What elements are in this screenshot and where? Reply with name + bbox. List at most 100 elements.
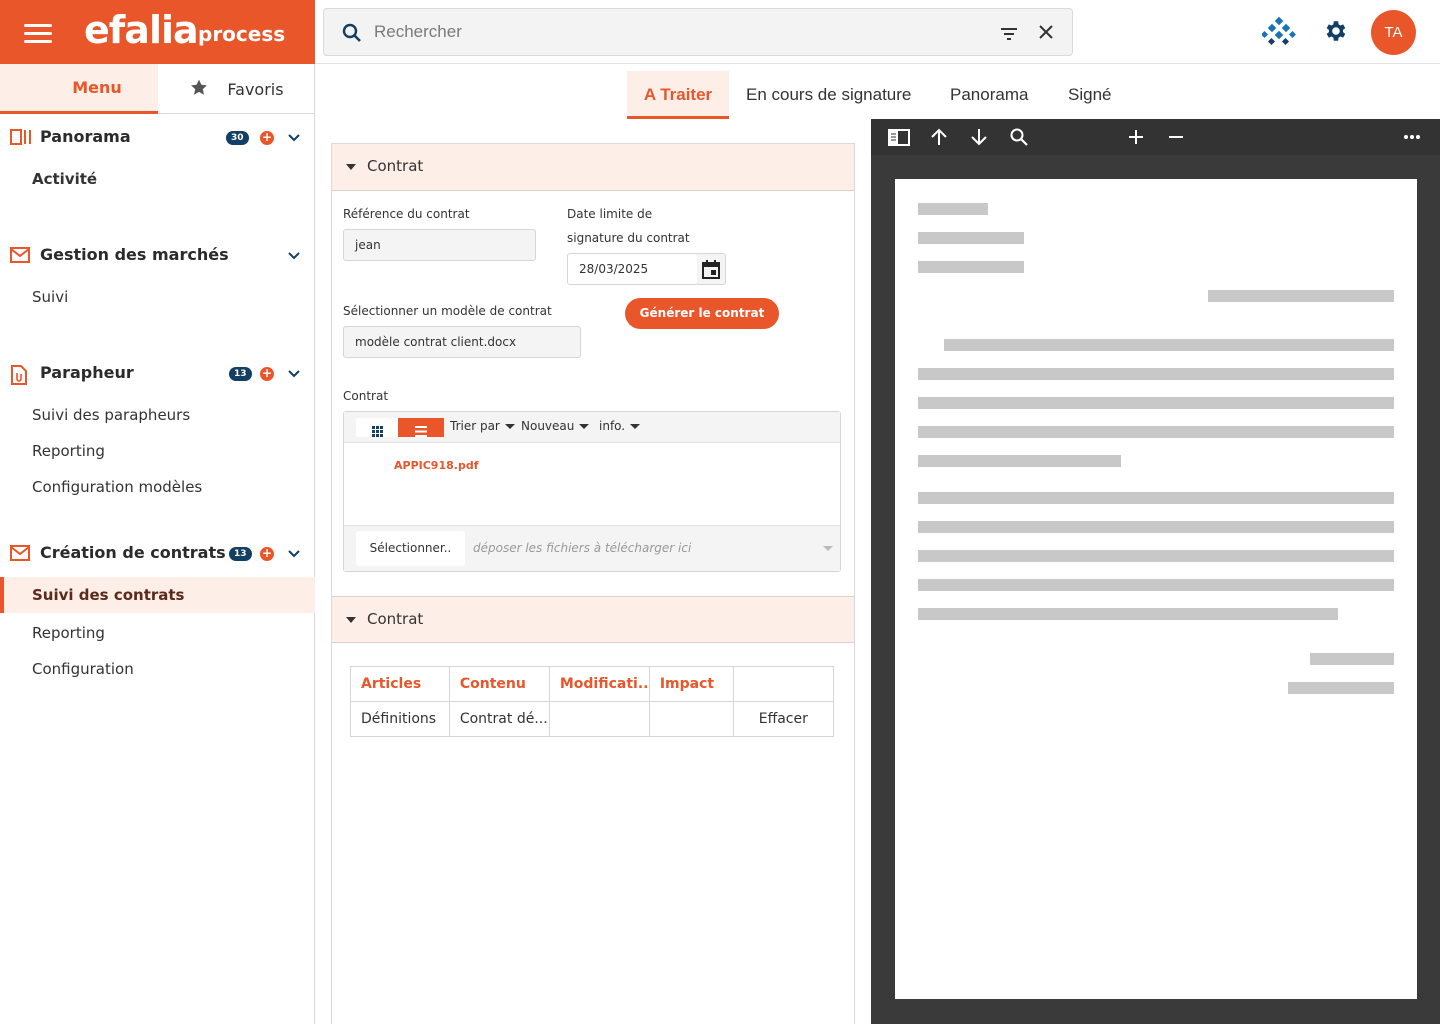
accordion-contrat-articles[interactable]: Contrat xyxy=(332,596,854,643)
caret-down-icon xyxy=(504,424,515,429)
accordion-title: Contrat xyxy=(367,610,424,628)
column-header-contenu[interactable]: Contenu xyxy=(448,666,550,702)
brand-subtitle: process xyxy=(198,22,286,46)
new-label: Nouveau xyxy=(521,419,575,433)
user-avatar[interactable]: TA xyxy=(1371,10,1416,55)
tab-menu[interactable]: Menu xyxy=(0,64,158,114)
grid-icon xyxy=(36,79,54,97)
sort-label: Trier par xyxy=(450,419,500,433)
zoom-in-icon[interactable] xyxy=(1127,128,1145,150)
select-files-button[interactable]: Sélectionner.. xyxy=(356,531,465,566)
delete-row-button[interactable]: Effacer xyxy=(732,701,835,737)
document-clip-icon xyxy=(10,365,30,385)
info-label: info. xyxy=(599,419,626,433)
grid-icon xyxy=(372,422,383,441)
tab-en-cours-signature[interactable]: En cours de signature xyxy=(746,71,911,119)
text-placeholder-line xyxy=(1310,653,1394,665)
add-icon[interactable]: + xyxy=(260,367,274,381)
panorama-icon xyxy=(10,129,31,147)
grid-view-button[interactable] xyxy=(356,418,398,437)
column-header-articles[interactable]: Articles xyxy=(350,666,450,702)
model-label: Sélectionner un modèle de contrat xyxy=(343,304,552,318)
reference-field[interactable]: jean xyxy=(343,229,536,261)
add-icon[interactable]: + xyxy=(260,547,274,561)
add-icon[interactable]: + xyxy=(260,131,274,145)
header-divider xyxy=(315,63,1440,64)
text-placeholder-line xyxy=(918,550,1394,562)
star-icon xyxy=(189,78,209,101)
arrow-up-icon[interactable] xyxy=(930,128,948,150)
sidebar-toggle-icon[interactable] xyxy=(888,129,910,150)
calendar-button[interactable] xyxy=(697,253,726,285)
search-input[interactable] xyxy=(374,17,974,47)
list-view-button[interactable] xyxy=(398,418,444,437)
sidebar-item-reporting[interactable]: Reporting xyxy=(0,615,315,651)
more-options-icon[interactable] xyxy=(1403,128,1421,150)
section-title: Création de contrats xyxy=(40,543,226,562)
zoom-out-icon[interactable] xyxy=(1167,128,1185,150)
file-upload-widget: Trier par Nouveau info. APPIC918.pdf Sél… xyxy=(343,411,841,572)
reference-label: Référence du contrat xyxy=(343,207,470,221)
table-header-row: Articles Contenu Modificati.. Impact xyxy=(350,666,835,702)
sidebar-item-activite[interactable]: Activité xyxy=(0,161,315,197)
count-badge: 30 xyxy=(226,131,249,145)
sidebar-item-reporting[interactable]: Reporting xyxy=(0,433,315,469)
arrow-down-icon[interactable] xyxy=(970,128,988,150)
tab-panorama[interactable]: Panorama xyxy=(950,71,1028,119)
viewer-toolbar xyxy=(871,119,1440,155)
sidebar-item-suivi[interactable]: Suivi xyxy=(0,279,315,315)
sidebar-item-configuration[interactable]: Configuration xyxy=(0,651,315,687)
tab-a-traiter[interactable]: A Traiter xyxy=(627,71,729,119)
column-header-impact[interactable]: Impact xyxy=(648,666,734,702)
new-dropdown[interactable]: Nouveau xyxy=(521,419,590,433)
sidebar: efalia process Menu Favoris Panorama 30 … xyxy=(0,0,315,1024)
sort-dropdown[interactable]: Trier par xyxy=(450,419,515,433)
chevron-down-icon[interactable] xyxy=(287,130,301,144)
section-gestion-marches[interactable]: Gestion des marchés xyxy=(0,236,315,276)
section-parapheur[interactable]: Parapheur 13 + xyxy=(0,354,315,394)
file-link[interactable]: APPIC918.pdf xyxy=(394,459,478,472)
text-placeholder-line xyxy=(918,521,1394,533)
column-header-actions xyxy=(732,666,835,702)
column-header-modifications[interactable]: Modificati.. xyxy=(548,666,650,702)
calendar-icon xyxy=(702,260,720,283)
search-icon[interactable] xyxy=(342,23,362,47)
table-cell[interactable] xyxy=(548,701,650,737)
table-cell[interactable] xyxy=(648,701,734,737)
text-placeholder-line xyxy=(918,608,1338,620)
search-icon[interactable] xyxy=(1010,128,1028,150)
text-placeholder-line xyxy=(918,426,1394,438)
chevron-down-icon[interactable] xyxy=(287,366,301,380)
mail-icon xyxy=(10,247,30,265)
model-select[interactable]: modèle contrat client.docx xyxy=(343,326,581,358)
gear-icon[interactable] xyxy=(1322,18,1348,48)
tab-signe[interactable]: Signé xyxy=(1068,71,1111,119)
filter-icon[interactable] xyxy=(1000,26,1018,45)
sidebar-item-suivi-contrats[interactable]: Suivi des contrats xyxy=(0,577,315,613)
brand-logo: efalia xyxy=(84,8,199,52)
drop-zone-hint[interactable]: déposer les fichiers à télécharger ici xyxy=(473,541,691,555)
info-dropdown[interactable]: info. xyxy=(599,419,641,433)
deadline-date-field[interactable]: 28/03/2025 xyxy=(567,253,698,285)
deadline-label-line1: Date limite de xyxy=(567,207,653,221)
section-panorama[interactable]: Panorama 30 + xyxy=(0,118,315,158)
sidebar-item-configuration-modeles[interactable]: Configuration modèles xyxy=(0,469,315,505)
caret-down-icon[interactable] xyxy=(823,546,833,551)
contract-files-label: Contrat xyxy=(343,389,389,403)
tab-favorites[interactable]: Favoris xyxy=(158,64,315,114)
close-icon[interactable] xyxy=(1038,24,1054,44)
table-cell[interactable]: Définitions xyxy=(350,701,450,737)
accordion-contrat[interactable]: Contrat xyxy=(332,144,854,191)
section-creation-contrats[interactable]: Création de contrats 13 + xyxy=(0,534,315,574)
text-placeholder-line xyxy=(918,232,1024,244)
sidebar-item-suivi-parapheurs[interactable]: Suivi des parapheurs xyxy=(0,397,315,433)
table-row: Définitions Contrat dé... Effacer xyxy=(350,701,835,737)
caret-down-icon xyxy=(579,424,590,429)
apps-logo-icon[interactable] xyxy=(1260,16,1297,52)
hamburger-menu-icon[interactable] xyxy=(24,24,52,43)
table-cell[interactable]: Contrat dé... xyxy=(448,701,550,737)
caret-down-icon xyxy=(630,424,641,429)
chevron-down-icon[interactable] xyxy=(287,248,301,262)
generate-contract-button[interactable]: Générer le contrat xyxy=(625,298,779,329)
chevron-down-icon[interactable] xyxy=(287,546,301,560)
